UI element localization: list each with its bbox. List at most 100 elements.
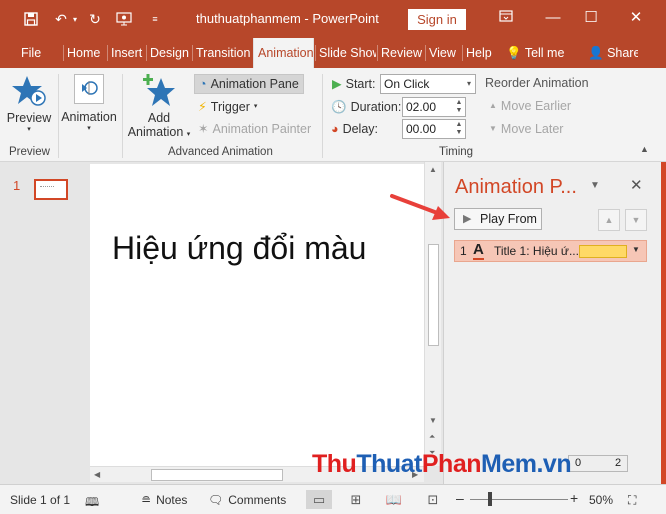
animation-dropdown-icon: ▾ (87, 125, 91, 132)
text-effect-underline (473, 258, 484, 260)
lightning-icon: ⚡ (198, 100, 207, 114)
pane-close-icon[interactable]: ✕ (630, 176, 643, 194)
ribbon: Preview ▾ Animation ▾ Add Animation ▾ ◔ … (0, 68, 666, 162)
slide-show-view-icon[interactable]: ⊡ (420, 490, 446, 509)
move-down-button[interactable]: ▼ (625, 209, 647, 231)
tab-file[interactable]: File (21, 38, 41, 68)
comments-button[interactable]: 🗨 Comments (208, 493, 286, 507)
slide-canvas[interactable]: Hiệu ứng đổi màu (90, 164, 424, 466)
horizontal-scroll-thumb[interactable] (151, 469, 283, 481)
slide-thumbnail[interactable] (34, 179, 68, 200)
preview-dropdown-icon: ▾ (27, 126, 31, 133)
trigger-dropdown-icon: ▾ (253, 103, 258, 110)
animation-item-dropdown-icon[interactable]: ▼ (632, 245, 640, 254)
delay-down-icon[interactable]: ▼ (454, 129, 464, 137)
move-earlier-button[interactable]: ▲ Move Earlier (489, 96, 571, 116)
animation-painter-button[interactable]: ✶ Animation Painter (198, 119, 311, 139)
zoom-out-icon[interactable]: – (456, 490, 464, 506)
tab-animations[interactable]: Animation (253, 38, 314, 68)
tab-transitions[interactable]: Transition (192, 38, 253, 68)
close-icon[interactable]: ✕ (626, 8, 646, 28)
tab-slide-show[interactable]: Slide Show (315, 38, 376, 68)
animation-pane-button[interactable]: ◔ Animation Pane (194, 74, 304, 94)
scroll-down-icon[interactable]: ▼ (429, 416, 437, 425)
duration-up-icon[interactable]: ▲ (454, 99, 464, 107)
animation-pane: Animation P... ▼ ✕ ▶ Play From ▲ ▼ 1 A T… (443, 162, 661, 484)
status-bar: Slide 1 of 1 🕮 ≘ Notes 🗨 Comments ▭ ⊞ 📖 … (0, 484, 666, 514)
share-button[interactable]: 👤 Share (588, 38, 638, 68)
add-animation-button[interactable]: Add Animation ▾ (125, 74, 193, 139)
share-label: Share (607, 46, 638, 60)
preview-button[interactable]: Preview ▾ (5, 74, 53, 133)
minimize-icon[interactable]: — (543, 8, 563, 28)
duration-down-icon[interactable]: ▼ (454, 107, 464, 115)
slide-sorter-view-icon[interactable]: ⊞ (343, 490, 369, 509)
play-from-button[interactable]: ▶ Play From (454, 208, 542, 230)
duration-stepper[interactable]: 02.00 ▲ ▼ (402, 97, 466, 117)
reading-view-icon[interactable]: 📖 (381, 490, 407, 509)
scroll-left-icon[interactable]: ◀ (94, 470, 100, 479)
tell-me-search[interactable]: 💡 Tell me (506, 38, 566, 68)
maximize-icon[interactable]: ☐ (581, 8, 601, 28)
clock-icon: 🕓 (331, 100, 347, 114)
preview-star-icon (12, 76, 46, 106)
tab-help[interactable]: Help (462, 38, 497, 68)
redo-icon[interactable]: ↻ (86, 10, 104, 28)
tab-home[interactable]: Home (63, 38, 107, 68)
zoom-in-icon[interactable]: + (570, 490, 578, 506)
start-select[interactable]: On Click ▾ (380, 74, 476, 94)
move-later-icon: ▼ (489, 124, 497, 133)
collapse-ribbon-icon[interactable]: ▲ (640, 144, 649, 154)
customize-toolbar-icon[interactable]: ≡ (146, 10, 164, 28)
ribbon-separator (322, 74, 323, 158)
tab-design[interactable]: Design (146, 38, 192, 68)
animation-style-icon (74, 74, 104, 104)
previous-slide-icon[interactable]: ⏶ (429, 432, 435, 442)
window-title: thuthuatphanmem - PowerPoint (196, 11, 379, 26)
trigger-button[interactable]: ⚡ Trigger ▾ (198, 97, 257, 117)
ribbon-display-options-icon[interactable] (496, 8, 516, 28)
normal-view-icon[interactable]: ▭ (306, 490, 332, 509)
site-watermark: ThuThuatPhanMem.vn (312, 450, 572, 479)
present-from-beginning-icon[interactable] (115, 10, 133, 28)
move-later-button[interactable]: ▼ Move Later (489, 119, 563, 139)
add-animation-dropdown-icon: ▾ (186, 131, 191, 138)
page-indicator: 0 2 (568, 455, 628, 472)
watermark-thu: Thu (312, 450, 357, 478)
save-icon[interactable] (22, 10, 40, 28)
zoom-level[interactable]: 50% (589, 493, 613, 507)
move-up-button[interactable]: ▲ (598, 209, 620, 231)
group-label-timing: Timing (439, 146, 474, 158)
animation-pane-title: Animation P... (455, 176, 577, 198)
spelling-check-icon[interactable]: 🕮 (85, 493, 99, 514)
animation-gallery-button[interactable]: Animation ▾ (60, 74, 118, 132)
delay-label-row: ◕ Delay: (331, 119, 378, 139)
trigger-label: Trigger (210, 100, 250, 114)
slide-counter: Slide 1 of 1 (10, 493, 71, 507)
zoom-slider-thumb[interactable] (488, 492, 492, 506)
move-earlier-icon: ▲ (489, 101, 497, 110)
slide-title-text[interactable]: Hiệu ứng đổi màu (112, 230, 366, 267)
notes-icon: ≘ (141, 493, 152, 507)
undo-dropdown-icon[interactable]: ▾ (66, 10, 84, 28)
tab-insert[interactable]: Insert (107, 38, 146, 68)
zoom-slider-track[interactable] (470, 499, 568, 500)
animation-label: Animation (61, 110, 117, 124)
animation-list-item[interactable]: 1 A Title 1: Hiệu ứ... ▼ (454, 240, 647, 262)
pane-options-dropdown-icon[interactable]: ▼ (590, 180, 600, 191)
delay-stepper[interactable]: 00.00 ▲ ▼ (402, 119, 466, 139)
notes-button[interactable]: ≘ Notes (141, 493, 187, 507)
person-icon: 👤 (588, 46, 604, 60)
fit-to-window-icon[interactable]: ⛶ (628, 493, 636, 508)
play-from-label: Play From (480, 212, 537, 226)
notes-label: Notes (156, 493, 188, 507)
delay-up-icon[interactable]: ▲ (454, 121, 464, 129)
watermark-mem: Mem (481, 450, 537, 478)
scroll-up-icon[interactable]: ▲ (429, 165, 437, 174)
sign-in-button[interactable]: Sign in (408, 9, 466, 30)
lightbulb-icon: 💡 (506, 46, 522, 60)
vertical-scroll-thumb[interactable] (428, 244, 439, 346)
tab-review[interactable]: Review (377, 38, 423, 68)
animation-timing-bar[interactable] (579, 245, 627, 258)
tab-view[interactable]: View (425, 38, 462, 68)
